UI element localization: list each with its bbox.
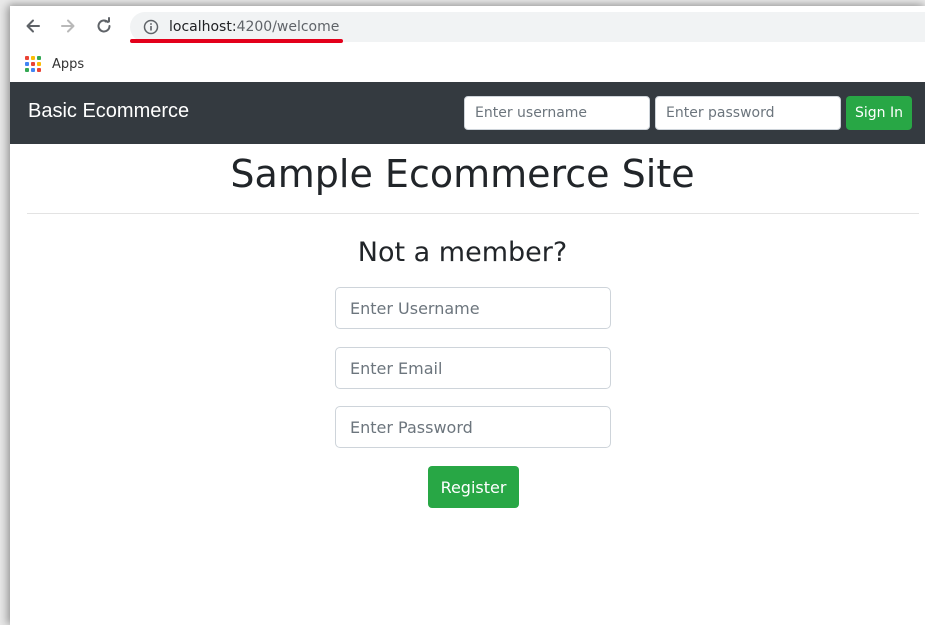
- arrow-left-icon[interactable]: [22, 15, 44, 37]
- reload-icon[interactable]: [93, 15, 115, 37]
- register-password-input[interactable]: [335, 406, 611, 448]
- apps-dot: [31, 68, 35, 72]
- browser-window: localhost:4200/welcome Apps Basic Ecomme…: [10, 6, 925, 625]
- register-button[interactable]: Register: [428, 466, 519, 508]
- apps-dot: [37, 56, 41, 60]
- register-email-input[interactable]: [335, 347, 611, 389]
- divider: [27, 213, 919, 214]
- navbar-password-input[interactable]: [655, 96, 841, 130]
- url-host: localhost:: [169, 19, 237, 35]
- apps-dot: [25, 56, 29, 60]
- apps-dot: [31, 62, 35, 66]
- apps-dot: [25, 68, 29, 72]
- address-bar[interactable]: localhost:4200/welcome: [130, 12, 925, 42]
- bookmarks-bar: Apps: [10, 46, 925, 82]
- url-text[interactable]: localhost:4200/welcome: [169, 19, 339, 35]
- top-navbar: Basic Ecommerce Sign In: [10, 82, 925, 144]
- web-page: Basic Ecommerce Sign In Sample Ecommerce…: [10, 82, 925, 625]
- apps-dot: [37, 68, 41, 72]
- apps-dot: [25, 62, 29, 66]
- bookmark-apps[interactable]: Apps: [52, 57, 84, 72]
- register-username-input[interactable]: [335, 287, 611, 329]
- register-heading: Not a member?: [357, 237, 568, 268]
- apps-dot: [31, 56, 35, 60]
- page-title: Sample Ecommerce Site: [230, 152, 695, 196]
- url-path: 4200/welcome: [236, 19, 340, 35]
- sign-in-button[interactable]: Sign In: [846, 96, 912, 130]
- navbar-brand[interactable]: Basic Ecommerce: [28, 100, 189, 123]
- apps-dot: [37, 62, 41, 66]
- url-highlight-underline: [130, 39, 343, 43]
- arrow-right-icon[interactable]: [57, 15, 79, 37]
- apps-grid-icon[interactable]: [25, 56, 41, 72]
- browser-toolbar: localhost:4200/welcome: [10, 6, 925, 46]
- navbar-username-input[interactable]: [464, 96, 650, 130]
- info-icon[interactable]: [142, 18, 160, 36]
